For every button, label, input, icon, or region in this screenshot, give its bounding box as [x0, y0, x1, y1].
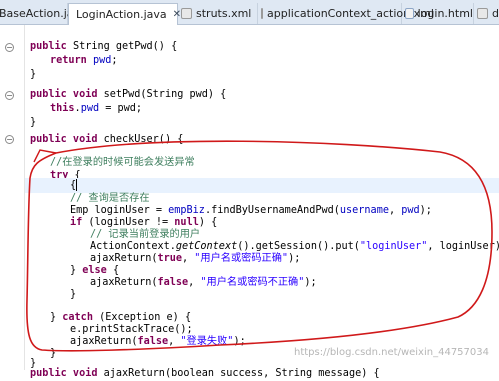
red-annotation-outline: [26, 140, 493, 352]
